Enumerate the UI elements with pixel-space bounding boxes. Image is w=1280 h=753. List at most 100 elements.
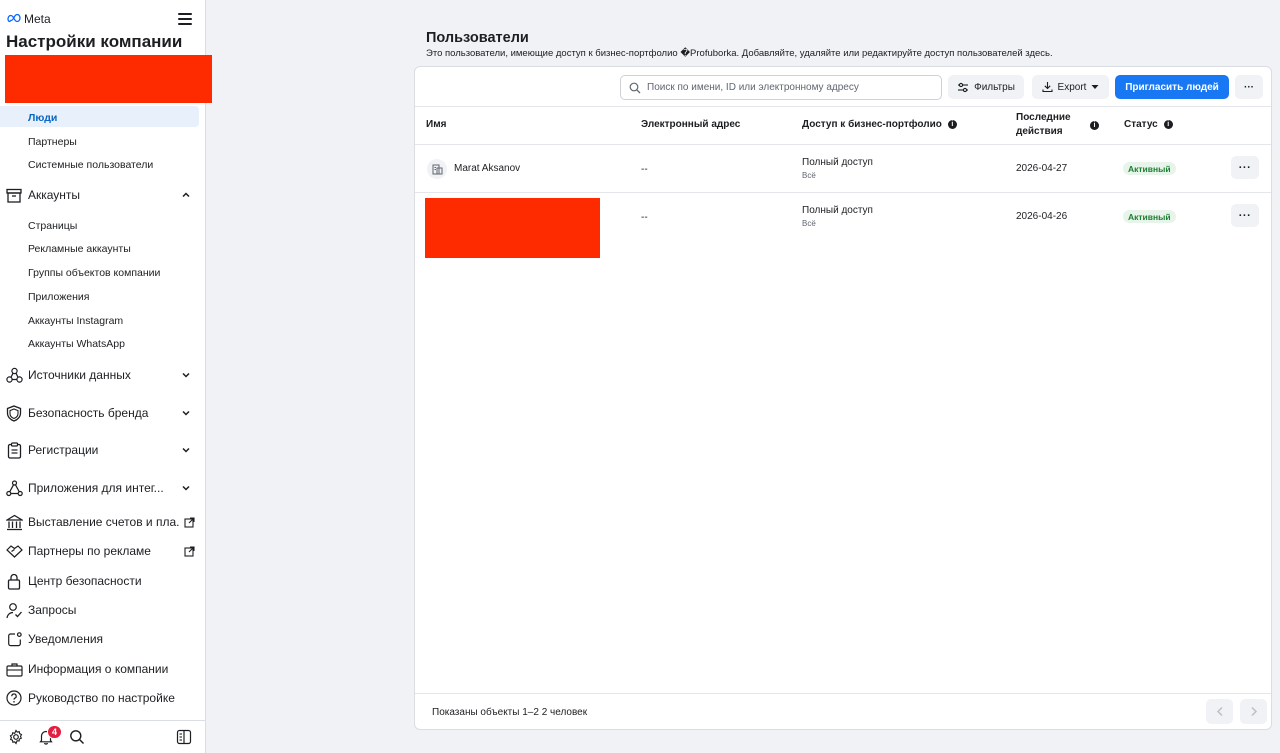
info-icon[interactable]: i	[1090, 121, 1099, 130]
export-label: Export	[1057, 81, 1087, 93]
archive-icon	[5, 186, 23, 204]
external-link-icon	[184, 545, 195, 557]
row-divider	[415, 192, 1271, 193]
handshake-icon	[5, 542, 23, 560]
column-header-last-activity-line2: действия	[1016, 126, 1063, 137]
sidebar-item-asset-groups[interactable]: Группы объектов компании	[28, 267, 160, 279]
user-access: Полный доступ	[802, 205, 873, 216]
more-options-button[interactable]: ···	[1235, 75, 1263, 99]
sidebar-section-registrations[interactable]: Регистрации	[5, 439, 195, 461]
sidebar-section-integrations[interactable]: Приложения для интег...	[5, 477, 195, 499]
invite-people-button[interactable]: Пригласить людей	[1115, 75, 1229, 99]
sidebar-section-label: Приложения для интег...	[28, 481, 164, 495]
page-subtitle: Это пользователи, имеющие доступ к бизне…	[426, 48, 1053, 59]
menu-toggle-button[interactable]	[178, 13, 192, 25]
redacted-business-name	[5, 55, 212, 103]
sidebar-link-ad-partners[interactable]: Партнеры по рекламе	[5, 540, 195, 562]
sidebar-footer	[0, 720, 205, 753]
sidebar-link-label: Центр безопасности	[28, 574, 142, 588]
chevron-right-icon	[1250, 706, 1257, 717]
business-user-icon	[432, 164, 442, 174]
sidebar-link-setup-guide[interactable]: Руководство по настройке	[5, 687, 195, 709]
clipboard-icon	[5, 441, 23, 459]
sidebar-item-people[interactable]: Люди	[28, 112, 57, 124]
filters-label: Фильтры	[974, 81, 1015, 93]
next-page-button[interactable]	[1240, 699, 1267, 724]
sidebar-item-instagram-accounts[interactable]: Аккаунты Instagram	[28, 315, 123, 327]
sidebar-section-label: Источники данных	[28, 368, 131, 382]
sidebar-section-label: Аккаунты	[28, 188, 81, 202]
column-header-status-label: Статус	[1124, 119, 1158, 130]
row-more-button[interactable]: ···	[1231, 156, 1259, 179]
column-header-email[interactable]: Электронный адрес	[641, 119, 740, 130]
page-title: Пользователи	[426, 30, 529, 46]
sidebar-section-label: Регистрации	[28, 443, 99, 457]
company-settings-title: Настройки компании	[6, 32, 183, 51]
redacted-user-name	[425, 198, 600, 258]
status-badge: Активный	[1123, 210, 1176, 223]
chevron-down-icon	[182, 447, 190, 453]
external-link-icon	[184, 516, 195, 528]
meta-logo[interactable]: Meta	[6, 12, 51, 26]
column-header-last-activity[interactable]: Последние действия	[1016, 111, 1071, 139]
search-input[interactable]	[620, 75, 942, 100]
hamburger-icon	[178, 13, 192, 15]
user-access: Полный доступ	[802, 157, 873, 168]
panel-toggle-icon[interactable]	[176, 729, 192, 745]
sidebar-link-label: Руководство по настройке	[28, 691, 175, 705]
sidebar-section-data-sources[interactable]: Источники данных	[5, 364, 195, 386]
toolbar-divider	[415, 106, 1271, 107]
bank-icon	[5, 513, 23, 531]
sidebar-link-billing[interactable]: Выставление счетов и пла...	[5, 511, 195, 533]
question-icon	[5, 689, 23, 707]
column-header-access[interactable]: Доступ к бизнес-портфолио i	[802, 119, 957, 130]
caret-down-icon	[1091, 85, 1099, 89]
sidebar-item-whatsapp-accounts[interactable]: Аккаунты WhatsApp	[28, 338, 125, 350]
sidebar-item-system-users[interactable]: Системные пользователи	[28, 159, 153, 171]
sidebar-link-label: Информация о компании	[28, 662, 169, 676]
sidebar-link-requests[interactable]: Запросы	[5, 599, 195, 621]
filters-button[interactable]: Фильтры	[948, 75, 1024, 99]
info-icon[interactable]: i	[947, 120, 957, 129]
gear-icon[interactable]	[8, 729, 24, 745]
sidebar-link-business-info[interactable]: Информация о компании	[5, 658, 195, 680]
briefcase-icon	[5, 660, 23, 678]
chevron-up-icon	[182, 192, 190, 198]
sidebar: Meta Настройки компании Люди Партнеры Си…	[0, 0, 212, 753]
export-button[interactable]: Export	[1032, 75, 1109, 99]
sidebar-item-ad-accounts[interactable]: Рекламные аккаунты	[28, 243, 131, 255]
lock-icon	[5, 572, 23, 590]
notification-icon	[5, 630, 23, 648]
chevron-down-icon	[182, 485, 190, 491]
info-icon[interactable]: i	[1163, 120, 1173, 129]
column-header-status[interactable]: Статус i	[1124, 119, 1173, 130]
column-header-access-label: Доступ к бизнес-портфолио	[802, 119, 942, 130]
search-field[interactable]	[647, 82, 927, 93]
sidebar-link-label: Выставление счетов и пла...	[28, 515, 180, 529]
sidebar-item-apps[interactable]: Приложения	[28, 291, 89, 303]
user-email: --	[641, 164, 648, 175]
sidebar-item-pages[interactable]: Страницы	[28, 220, 77, 232]
user-name[interactable]: Marat Aksanov	[454, 163, 520, 174]
row-more-button[interactable]: ···	[1231, 204, 1259, 227]
sidebar-link-notifications[interactable]: Уведомления	[5, 628, 195, 650]
sidebar-link-label: Запросы	[28, 603, 77, 617]
user-email: --	[641, 212, 648, 223]
sidebar-link-label: Партнеры по рекламе	[28, 544, 151, 558]
search-icon[interactable]	[69, 729, 85, 745]
sidebar-item-partners[interactable]: Партнеры	[28, 136, 77, 148]
person-check-icon	[5, 601, 23, 619]
sidebar-link-security-center[interactable]: Центр безопасности	[5, 570, 195, 592]
integrations-icon	[5, 479, 23, 497]
prev-page-button[interactable]	[1206, 699, 1233, 724]
user-access-scope: Всё	[802, 171, 816, 180]
sidebar-section-brand-safety[interactable]: Безопасность бренда	[5, 402, 195, 424]
sidebar-section-accounts[interactable]: Аккаунты	[5, 184, 195, 206]
user-last-activity: 2026-04-27	[1016, 163, 1068, 174]
column-header-last-activity-line1: Последние	[1016, 112, 1071, 123]
avatar	[427, 159, 447, 179]
sidebar-section-label: Безопасность бренда	[28, 406, 149, 420]
notifications-count-badge: 4	[47, 725, 62, 739]
column-header-name[interactable]: Имя	[426, 119, 446, 130]
chevron-down-icon	[182, 372, 190, 378]
